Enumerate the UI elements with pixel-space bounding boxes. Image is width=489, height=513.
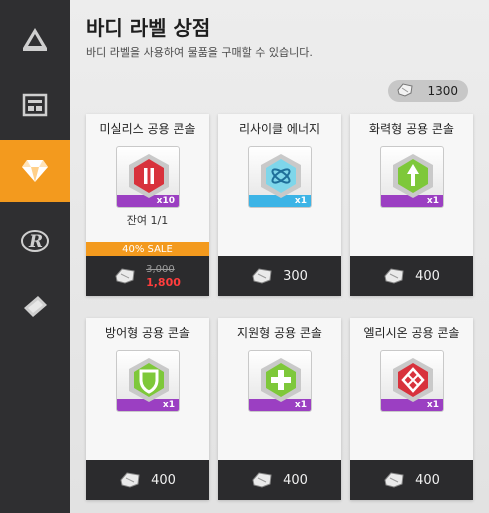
svg-text:R: R xyxy=(28,232,43,252)
item-quantity: x1 xyxy=(426,400,439,410)
r-logo-icon: R xyxy=(20,228,50,254)
ticket-icon xyxy=(20,294,50,320)
shop-card-mysilis-console[interactable]: 미실리스 공용 콘솔 x10 잔여 1/1 40% SALE 3,000 1,8… xyxy=(86,114,209,296)
currency-balance: 1300 xyxy=(388,80,468,102)
label-currency-icon xyxy=(114,268,136,284)
item-quantity: x1 xyxy=(162,400,175,410)
console-item-icon xyxy=(129,154,169,198)
card-title: 리사이클 에너지 xyxy=(238,122,321,136)
shop-card-elysion-console[interactable]: 엘리시온 공용 콘솔 x1 400 xyxy=(350,318,473,500)
page-title: 바디 라벨 상점 xyxy=(86,16,211,40)
console-item-icon xyxy=(129,358,169,402)
currency-amount: 1300 xyxy=(427,84,458,98)
price-value: 300 xyxy=(283,268,308,284)
grid-panel-icon xyxy=(22,93,48,117)
sidebar: R xyxy=(0,0,77,513)
card-title: 엘리시온 공용 콘솔 xyxy=(363,326,460,340)
shop-card-defense-console[interactable]: 방어형 공용 콘솔 x1 400 xyxy=(86,318,209,500)
sidebar-item-panel[interactable] xyxy=(0,74,70,136)
item-image: x1 xyxy=(116,350,180,412)
item-image: x1 xyxy=(380,350,444,412)
price-button[interactable]: 400 xyxy=(86,460,209,500)
label-currency-icon xyxy=(251,472,273,488)
item-quantity: x1 xyxy=(294,196,307,206)
sidebar-item-pyramid[interactable] xyxy=(0,8,70,70)
label-currency-icon xyxy=(383,472,405,488)
item-quantity: x10 xyxy=(156,196,175,206)
console-item-icon xyxy=(393,358,433,402)
shop-card-firepower-console[interactable]: 화력형 공용 콘솔 x1 400 xyxy=(350,114,473,296)
label-currency-icon xyxy=(251,268,273,284)
label-currency-icon xyxy=(383,268,405,284)
price-value: 400 xyxy=(151,472,176,488)
shop-card-support-console[interactable]: 지원형 공용 콘솔 x1 400 xyxy=(218,318,341,500)
item-quantity: x1 xyxy=(294,400,307,410)
item-image: x10 xyxy=(116,146,180,208)
price-button[interactable]: 400 xyxy=(350,256,473,296)
item-image: x1 xyxy=(248,350,312,412)
shop-card-recycle-energy[interactable]: 리사이클 에너지 x1 300 xyxy=(218,114,341,296)
price-value: 400 xyxy=(415,268,440,284)
card-title: 지원형 공용 콘솔 xyxy=(237,326,322,340)
price-button[interactable]: 300 xyxy=(218,256,341,296)
console-item-icon xyxy=(393,154,433,198)
card-title: 미실리스 공용 콘솔 xyxy=(99,122,196,136)
pyramid-icon xyxy=(21,26,49,52)
card-title: 화력형 공용 콘솔 xyxy=(369,122,454,136)
sale-price: 1,800 xyxy=(146,276,181,289)
diamond-icon xyxy=(20,158,50,184)
energy-item-icon xyxy=(261,154,301,198)
price-value: 400 xyxy=(415,472,440,488)
stock-remaining: 잔여 1/1 xyxy=(126,214,169,227)
sidebar-item-ticket[interactable] xyxy=(0,276,70,338)
console-item-icon xyxy=(261,358,301,402)
original-price: 3,000 xyxy=(146,264,175,275)
item-quantity: x1 xyxy=(426,196,439,206)
sidebar-item-r[interactable]: R xyxy=(0,210,70,272)
label-currency-icon xyxy=(396,82,414,101)
item-image: x1 xyxy=(380,146,444,208)
main-content: 바디 라벨 상점 바디 라벨을 사용하여 물품을 구매할 수 있습니다. 130… xyxy=(70,0,489,513)
price-button[interactable]: 400 xyxy=(218,460,341,500)
price-button[interactable]: 400 xyxy=(350,460,473,500)
price-value: 400 xyxy=(283,472,308,488)
sidebar-item-body-label-shop[interactable] xyxy=(0,140,77,202)
card-title: 방어형 공용 콘솔 xyxy=(105,326,190,340)
item-image: x1 xyxy=(248,146,312,208)
page-subtitle: 바디 라벨을 사용하여 물품을 구매할 수 있습니다. xyxy=(86,46,313,59)
price-button[interactable]: 3,000 1,800 xyxy=(86,256,209,296)
label-currency-icon xyxy=(119,472,141,488)
